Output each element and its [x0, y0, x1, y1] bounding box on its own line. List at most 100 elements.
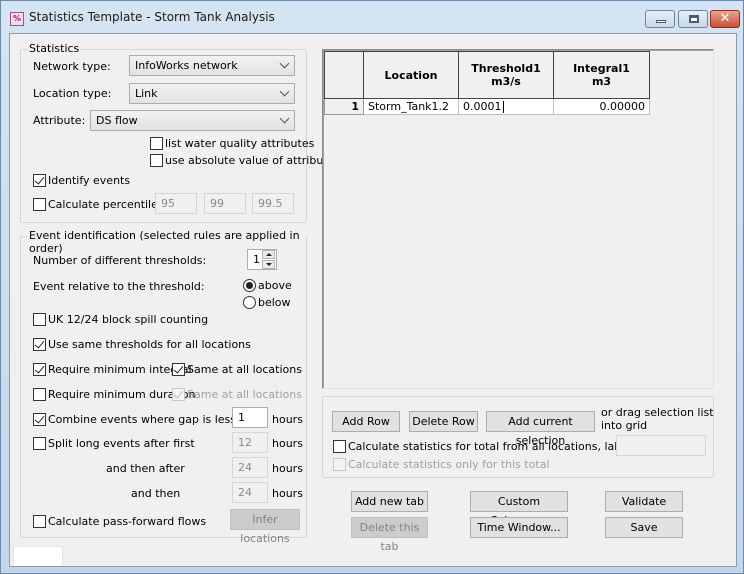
chevron-down-icon	[279, 86, 290, 97]
row-number-header	[324, 51, 364, 99]
custom-columns-button[interactable]: Custom Columns...	[470, 491, 568, 527]
uk-block-spill-checkbox[interactable]	[33, 313, 46, 326]
event-identification-group: Event identification (selected rules are…	[20, 229, 307, 545]
min-integral-label: Require minimum integral	[48, 363, 192, 376]
combine-events-checkbox[interactable]	[33, 413, 46, 426]
calculate-percentiles-checkbox[interactable]	[33, 198, 46, 211]
locations-grid[interactable]: Location Threshold1 m3/s Integral1 m3 1 St…	[322, 49, 714, 389]
pass-forward-checkbox[interactable]	[33, 515, 46, 528]
delete-row-button[interactable]: Delete Row	[409, 411, 478, 432]
table-row: 1 Storm_Tank1.2 0.0001 0.00000	[324, 98, 650, 115]
pass-forward-label: Calculate pass-forward flows	[48, 515, 207, 528]
grid-header-row: Location Threshold1 m3/s Integral1 m3	[324, 51, 650, 99]
dialog-client-area: Statistics Network type: InfoWorks netwo…	[9, 33, 737, 567]
min-integral-same-label: Same at all locations	[187, 363, 302, 376]
identify-events-label: Identify events	[48, 174, 131, 187]
save-button[interactable]: Save	[605, 517, 683, 538]
add-current-selection-button[interactable]: Add current selection	[486, 411, 595, 447]
num-thresholds-label: Number of different thresholds:	[33, 254, 207, 267]
location-column-header[interactable]: Location	[363, 51, 459, 99]
chevron-down-icon	[279, 58, 290, 69]
uk-block-spill-label: UK 12/24 block spill counting	[48, 313, 209, 326]
location-type-label: Location type:	[33, 87, 112, 100]
network-type-label: Network type:	[33, 60, 111, 73]
split-events-checkbox[interactable]	[33, 437, 46, 450]
location-cell[interactable]: Storm_Tank1.2	[363, 98, 459, 115]
split-hours-label: hours	[272, 437, 303, 450]
use-absolute-value-label: use absolute value of attribute	[165, 154, 335, 167]
delete-this-tab-button[interactable]: Delete this tab	[351, 517, 428, 553]
only-total-label: Calculate statistics only for this total	[348, 458, 550, 471]
location-type-select[interactable]: Link	[129, 83, 295, 104]
attribute-select[interactable]: DS flow	[90, 110, 295, 131]
event-relative-label: Event relative to the threshold:	[33, 280, 205, 293]
min-duration-checkbox[interactable]	[33, 388, 46, 401]
above-radio[interactable]	[243, 279, 256, 292]
location-type-value: Link	[135, 87, 158, 100]
statistics-template-window: % Statistics Template - Storm Tank Analy…	[0, 0, 744, 574]
calculate-percentiles-label: Calculate percentiles:	[48, 198, 168, 211]
tab-current[interactable]	[13, 546, 63, 566]
list-water-quality-checkbox[interactable]	[150, 137, 163, 150]
locations-table: Location Threshold1 m3/s Integral1 m3 1 St…	[324, 51, 650, 115]
above-label: above	[258, 279, 292, 292]
then-after-label: and then after	[106, 462, 185, 475]
min-integral-same-checkbox[interactable]	[172, 363, 185, 376]
spin-up-icon[interactable]	[262, 250, 275, 259]
maximize-icon	[689, 15, 699, 23]
attribute-label: Attribute:	[33, 114, 86, 127]
close-icon: ✕	[719, 11, 731, 26]
drag-hint-line1: or drag selection list	[601, 406, 714, 419]
num-thresholds-spinner[interactable]: 1	[247, 249, 277, 270]
and-then-hours-label: hours	[272, 487, 303, 500]
identify-events-checkbox[interactable]	[33, 174, 46, 187]
total-label-input[interactable]	[616, 435, 706, 456]
statistics-group: Statistics Network type: InfoWorks netwo…	[20, 42, 334, 223]
same-thresholds-checkbox[interactable]	[33, 338, 46, 351]
title-bar: % Statistics Template - Storm Tank Analy…	[1, 1, 743, 35]
and-then-label: and then	[131, 487, 181, 500]
drag-hint-line2: into grid	[601, 419, 648, 432]
window-title: Statistics Template - Storm Tank Analysi…	[29, 10, 275, 24]
percentile-1-input[interactable]: 95	[155, 193, 197, 214]
then-after-hours-label: hours	[272, 462, 303, 475]
integral-column-header[interactable]: Integral1 m3	[553, 51, 650, 99]
network-type-select[interactable]: InfoWorks network	[129, 55, 295, 76]
min-integral-checkbox[interactable]	[33, 363, 46, 376]
time-window-button[interactable]: Time Window...	[470, 517, 568, 538]
num-thresholds-value: 1	[253, 253, 260, 266]
then-after-input[interactable]: 24	[232, 457, 268, 478]
minimize-button[interactable]	[645, 10, 675, 28]
calc-total-checkbox[interactable]	[333, 440, 346, 453]
only-total-checkbox[interactable]	[333, 458, 346, 471]
integral-cell[interactable]: 0.00000	[553, 98, 650, 115]
split-first-input[interactable]: 12	[232, 432, 268, 453]
min-duration-same-checkbox[interactable]	[172, 388, 185, 401]
close-button[interactable]: ✕	[710, 10, 740, 28]
app-icon: %	[10, 12, 24, 26]
below-label: below	[258, 296, 291, 309]
and-then-input[interactable]: 24	[232, 482, 268, 503]
infer-locations-button[interactable]: Infer locations	[230, 509, 300, 545]
use-absolute-value-checkbox[interactable]	[150, 154, 163, 167]
maximize-button[interactable]	[678, 10, 708, 28]
add-row-button[interactable]: Add Row	[332, 411, 400, 432]
threshold-cell[interactable]: 0.0001	[458, 98, 554, 115]
add-new-tab-button[interactable]: Add new tab	[351, 491, 428, 512]
spin-down-icon[interactable]	[262, 260, 275, 269]
min-duration-same-label: Same at all locations	[187, 388, 302, 401]
chevron-down-icon	[279, 113, 290, 124]
row-number[interactable]: 1	[324, 98, 364, 115]
split-events-label: Split long events after first	[48, 437, 195, 450]
threshold-column-header[interactable]: Threshold1 m3/s	[458, 51, 554, 99]
validate-button[interactable]: Validate	[605, 491, 683, 512]
combine-hours-label: hours	[272, 413, 303, 426]
below-radio[interactable]	[243, 296, 256, 309]
combine-gap-input[interactable]: 1	[232, 407, 268, 428]
statistics-legend: Statistics	[27, 42, 82, 55]
minimize-icon	[656, 20, 666, 23]
percentile-3-input[interactable]: 99.5	[252, 193, 294, 214]
attribute-value: DS flow	[96, 114, 138, 127]
percentile-2-input[interactable]: 99	[204, 193, 246, 214]
grid-actions-group: Add Row Delete Row Add current selection…	[322, 396, 714, 478]
